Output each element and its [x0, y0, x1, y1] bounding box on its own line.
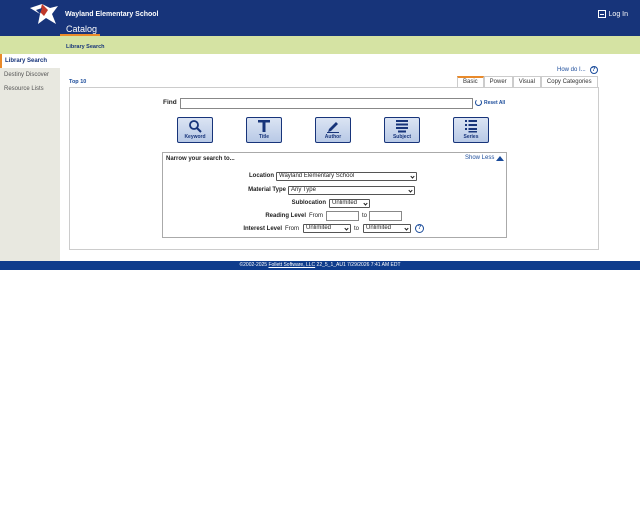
material-type-select[interactable]: Any Type — [288, 186, 415, 195]
interest-from-value: Unlimited — [306, 225, 332, 231]
interest-level-label: Interest Level — [243, 226, 282, 232]
sublocation-value: Unlimited — [332, 200, 358, 206]
interest-level-to-select[interactable]: Unlimited — [363, 224, 411, 233]
reading-to-label: to — [362, 213, 368, 219]
subject-search-button[interactable]: Subject — [384, 117, 420, 143]
reset-all-label: Reset All — [484, 99, 506, 106]
login-icon — [597, 10, 606, 18]
interest-from-label: From — [285, 226, 299, 232]
tab-basic[interactable]: Basic — [457, 76, 484, 87]
material-type-value: Any Type — [291, 187, 316, 193]
lines-icon — [396, 120, 408, 133]
interest-level-help-icon[interactable]: ? — [415, 224, 424, 233]
chevron-down-icon — [410, 174, 415, 179]
top-header: Wayland Elementary School Log In Catalog — [0, 0, 640, 36]
magnifier-icon — [189, 120, 202, 133]
sidebar-item-resource-lists[interactable]: Resource Lists — [0, 82, 60, 96]
author-label: Author — [324, 134, 342, 140]
reading-level-label: Reading Level — [265, 213, 306, 219]
show-less-toggle[interactable]: Show Less — [465, 155, 505, 161]
reset-all-button[interactable]: Reset All — [475, 99, 505, 106]
search-tabs: Basic Power Visual Copy Categories — [457, 76, 598, 87]
numbered-list-icon — [465, 120, 477, 133]
sublocation-select[interactable]: Unlimited — [329, 199, 370, 208]
chevron-down-icon — [344, 226, 349, 231]
interest-to-label: to — [354, 226, 360, 232]
tab-visual[interactable]: Visual — [512, 76, 541, 87]
tab-power[interactable]: Power — [483, 76, 513, 87]
reading-level-to-input[interactable] — [369, 211, 402, 221]
narrow-title: Narrow your search to... — [166, 156, 235, 162]
author-search-button[interactable]: Author — [315, 117, 351, 143]
tab-catalog[interactable]: Catalog — [60, 22, 100, 36]
pen-icon — [327, 122, 339, 133]
sidebar-item-library-search[interactable]: Library Search — [0, 54, 60, 68]
school-name: Wayland Elementary School — [65, 11, 159, 18]
how-do-i-label: How do I... — [557, 67, 586, 73]
footer: ©2002-2025 Follett Software, LLC 22_5_1_… — [0, 261, 640, 270]
reading-level-from-input[interactable] — [326, 211, 359, 221]
sidebar-item-destiny-discover[interactable]: Destiny Discover — [0, 68, 60, 82]
chevron-down-icon — [408, 188, 413, 193]
login-link[interactable]: Log In — [597, 10, 628, 18]
interest-level-from-select[interactable]: Unlimited — [303, 224, 351, 233]
subheader-label[interactable]: Library Search — [66, 44, 105, 50]
reading-from-label: From — [309, 213, 323, 219]
series-search-button[interactable]: Series — [453, 117, 489, 143]
follett-link[interactable]: Follett Software, LLC — [268, 262, 315, 268]
material-type-label: Material Type — [248, 187, 286, 193]
how-do-i-link[interactable]: How do I... ? — [557, 66, 598, 74]
title-t-icon — [258, 120, 270, 132]
refresh-icon — [475, 99, 482, 106]
login-label: Log In — [608, 10, 628, 18]
chevron-down-icon — [404, 226, 409, 231]
keyword-label: Keyword — [184, 134, 206, 140]
subject-label: Subject — [392, 134, 412, 140]
find-label: Find — [163, 99, 177, 106]
timestamp: 7/29/2026 7:41 AM EDT — [347, 262, 401, 268]
version: 22_5_1_AU1 — [316, 262, 346, 268]
location-select[interactable]: Wayland Elementary School — [276, 172, 417, 181]
title-label: Title — [258, 134, 270, 140]
location-value: Wayland Elementary School — [279, 173, 355, 179]
show-less-label: Show Less — [465, 155, 495, 161]
find-input[interactable] — [180, 98, 473, 109]
top10-link[interactable]: Top 10 — [69, 79, 86, 85]
sidebar: Library Search Destiny Discover Resource… — [0, 54, 60, 261]
keyword-search-button[interactable]: Keyword — [177, 117, 213, 143]
chevron-up-icon — [496, 155, 505, 161]
copyright: ©2002-2025 — [239, 262, 268, 268]
title-search-button[interactable]: Title — [246, 117, 282, 143]
tab-copy-categories[interactable]: Copy Categories — [540, 76, 598, 87]
series-label: Series — [463, 134, 479, 140]
sub-navigation-bar: Library Search — [0, 36, 640, 54]
location-label: Location — [249, 173, 274, 179]
chevron-down-icon — [363, 201, 368, 206]
sublocation-label: Sublocation — [291, 200, 326, 206]
catalog-tab-label: Catalog — [66, 24, 98, 34]
eagle-logo-icon — [28, 2, 60, 26]
interest-to-value: Unlimited — [366, 225, 392, 231]
help-icon[interactable]: ? — [589, 66, 598, 74]
